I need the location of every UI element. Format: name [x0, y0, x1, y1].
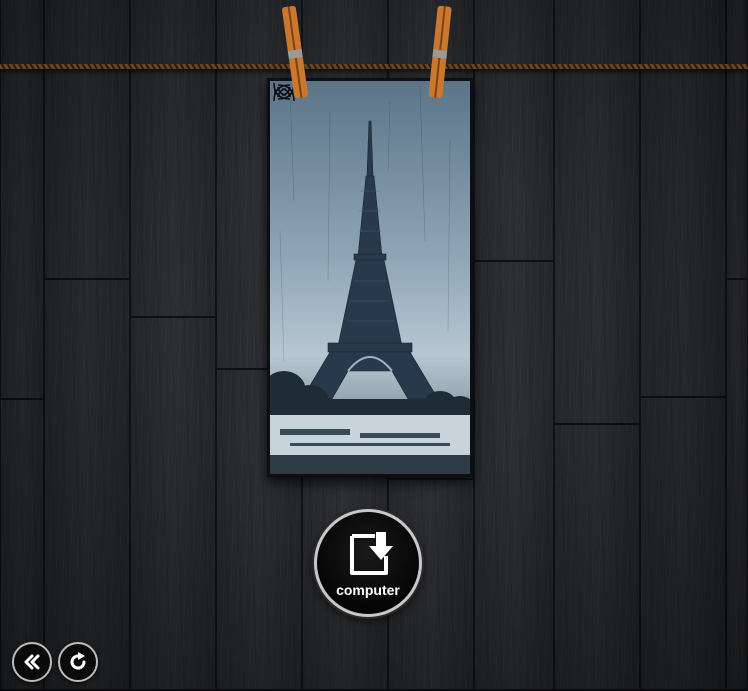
eiffel-tower-photo: [270, 81, 470, 474]
download-to-computer-button[interactable]: computer: [314, 509, 422, 617]
photo-card: [267, 78, 473, 477]
double-chevron-left-icon: [24, 654, 40, 670]
refresh-button[interactable]: [58, 642, 98, 682]
download-to-computer-icon: [350, 532, 393, 575]
clothesline-rope: [0, 64, 748, 69]
refresh-icon: [70, 652, 86, 670]
download-button-label: computer: [336, 582, 400, 598]
back-button[interactable]: [12, 642, 52, 682]
